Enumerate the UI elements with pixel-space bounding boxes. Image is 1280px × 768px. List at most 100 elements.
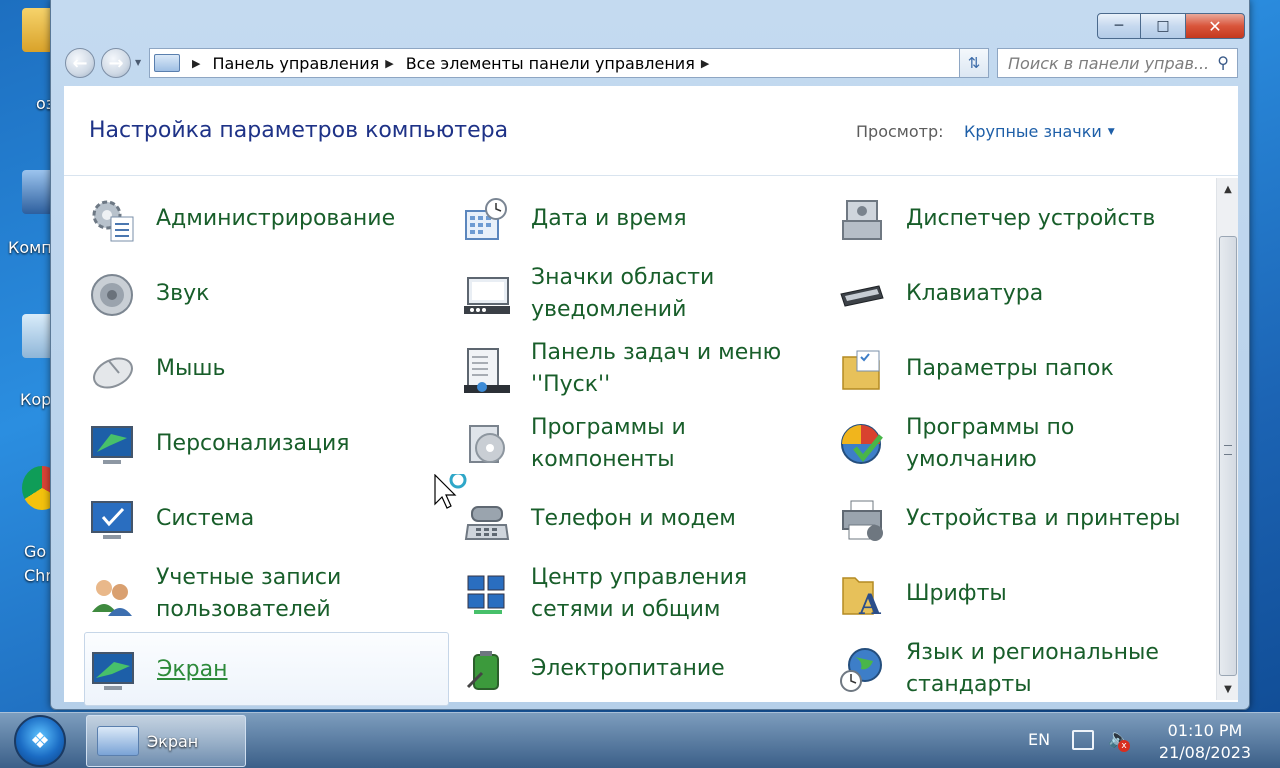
item-label: Учетные записи пользователей (156, 565, 342, 622)
minimize-button[interactable]: ─ (1097, 13, 1141, 39)
item-power-options[interactable]: Электропитание (459, 632, 824, 706)
view-mode-dropdown[interactable]: Крупные значки ▼ (964, 122, 1115, 141)
item-default-programs[interactable]: Программы по умолчанию (834, 407, 1199, 481)
control-panel-window: ─ □ ✕ ← → ▼ ▶ Панель управления ▶ Все эл… (50, 0, 1250, 710)
item-label: Программы по умолчанию (906, 415, 1075, 472)
item-fonts[interactable]: A Шрифты (834, 557, 1199, 631)
item-system[interactable]: Система (84, 482, 449, 556)
address-bar[interactable]: ▶ Панель управления ▶ Все элементы панел… (149, 48, 987, 78)
item-label: Телефон и модем (531, 506, 736, 531)
maximize-button[interactable]: □ (1141, 13, 1185, 39)
breadcrumb-separator-icon[interactable]: ▶ (385, 57, 393, 70)
forward-arrow-icon: → (108, 52, 124, 74)
speaker-icon (88, 271, 136, 319)
item-mouse[interactable]: Мышь (84, 332, 449, 406)
page-title: Настройка параметров компьютера (89, 118, 509, 143)
item-label: Дата и время (531, 206, 687, 231)
item-device-manager[interactable]: Диспетчер устройств (834, 182, 1199, 256)
item-label: Устройства и принтеры (906, 506, 1181, 531)
network-icon[interactable] (1072, 730, 1094, 750)
item-label: Шрифты (906, 581, 1007, 606)
region-globe-icon (838, 646, 886, 694)
minimize-icon: ─ (1114, 18, 1124, 34)
vertical-scrollbar[interactable]: ▲ ▼ (1216, 178, 1238, 700)
item-label: Язык и региональные стандарты (906, 640, 1159, 697)
mouse-icon (88, 346, 136, 394)
item-label: Система (156, 506, 255, 531)
close-button[interactable]: ✕ (1185, 13, 1245, 39)
item-keyboard[interactable]: Клавиатура (834, 257, 1199, 331)
keyboard-icon (838, 271, 886, 319)
breadcrumb-separator-icon[interactable]: ▶ (701, 57, 709, 70)
user-accounts-icon (88, 571, 136, 619)
start-button[interactable]: ❖ (14, 715, 66, 767)
taskbar-start-icon (463, 346, 511, 394)
item-personalization[interactable]: Персонализация (84, 407, 449, 481)
scroll-up-icon[interactable]: ▲ (1217, 178, 1239, 200)
volume-muted-icon[interactable]: 🔈 x (1108, 728, 1130, 752)
refresh-icon: ⇅ (967, 54, 981, 72)
window-controls: ─ □ ✕ (1097, 13, 1245, 39)
taskbar-window-label: Экран (147, 731, 199, 751)
scroll-thumb[interactable] (1219, 236, 1237, 676)
item-label: Значки области уведомлений (531, 265, 715, 322)
item-administrative-tools[interactable]: Администрирование (84, 182, 449, 256)
calendar-clock-icon (463, 196, 511, 244)
item-label: Диспетчер устройств (906, 206, 1156, 231)
back-arrow-icon: ← (72, 52, 88, 74)
item-devices-printers[interactable]: Устройства и принтеры (834, 482, 1199, 556)
item-label: Параметры папок (906, 356, 1114, 381)
search-placeholder: Поиск в панели управ... (1008, 53, 1210, 73)
system-icon (88, 496, 136, 544)
view-mode-value: Крупные значки (964, 122, 1102, 141)
language-indicator[interactable]: EN (1028, 730, 1050, 749)
item-display[interactable]: Экран (84, 632, 449, 706)
busy-cursor-icon (434, 471, 474, 518)
clock[interactable]: 01:10 PM 21/08/2023 (1150, 720, 1260, 764)
item-user-accounts[interactable]: Учетные записи пользователей (84, 557, 449, 631)
control-panel-items: Администрирование Звук Мышь Персонализац… (84, 182, 1209, 706)
svg-text:A: A (858, 588, 882, 618)
item-phone-modem[interactable]: Телефон и модем (459, 482, 824, 556)
item-folder-options[interactable]: Параметры папок (834, 332, 1199, 406)
search-icon[interactable]: ⚲ (1217, 53, 1229, 72)
item-label: Панель задач и меню ''Пуск'' (531, 340, 782, 397)
recent-pages-dropdown[interactable]: ▼ (135, 58, 141, 67)
forward-button[interactable]: → (101, 48, 131, 78)
item-label: Центр управления сетями и общим (531, 565, 748, 622)
back-button[interactable]: ← (65, 48, 95, 78)
search-input[interactable]: Поиск в панели управ... ⚲ (997, 48, 1238, 78)
item-label: Программы и компоненты (531, 415, 686, 472)
item-label: Звук (156, 281, 210, 306)
default-programs-icon (838, 421, 886, 469)
item-label: Экран (157, 657, 228, 682)
breadcrumb-control-panel[interactable]: Панель управления (212, 54, 379, 73)
item-label: Администрирование (156, 206, 396, 231)
item-sound[interactable]: Звук (84, 257, 449, 331)
notification-area-icon (463, 271, 511, 319)
item-network-center[interactable]: Центр управления сетями и общим (459, 557, 824, 631)
breadcrumb-separator-icon[interactable]: ▶ (192, 57, 200, 70)
item-region-language[interactable]: Язык и региональные стандарты (834, 632, 1199, 706)
maximize-icon: □ (1156, 18, 1170, 34)
item-taskbar-start[interactable]: Панель задач и меню ''Пуск'' (459, 332, 824, 406)
content-pane: Настройка параметров компьютера Просмотр… (64, 86, 1238, 706)
item-programs-features[interactable]: Программы и компоненты (459, 407, 824, 481)
item-date-time[interactable]: Дата и время (459, 182, 824, 256)
item-notification-icons[interactable]: Значки области уведомлений (459, 257, 824, 331)
network-center-icon (463, 571, 511, 619)
item-label: Персонализация (156, 431, 350, 456)
item-label: Клавиатура (906, 281, 1044, 306)
scroll-down-icon[interactable]: ▼ (1217, 678, 1239, 700)
control-panel-icon (154, 54, 180, 72)
breadcrumb-all-items[interactable]: Все элементы панели управления (406, 54, 695, 73)
refresh-button[interactable]: ⇅ (959, 48, 989, 78)
grip-icon (1224, 445, 1232, 455)
display-icon (89, 647, 137, 695)
taskbar-window-button[interactable]: Экран (86, 715, 246, 767)
clock-date: 21/08/2023 (1158, 743, 1252, 762)
fonts-folder-icon: A (838, 571, 886, 619)
device-manager-icon (838, 196, 886, 244)
personalization-icon (88, 421, 136, 469)
item-label: Мышь (156, 356, 226, 381)
